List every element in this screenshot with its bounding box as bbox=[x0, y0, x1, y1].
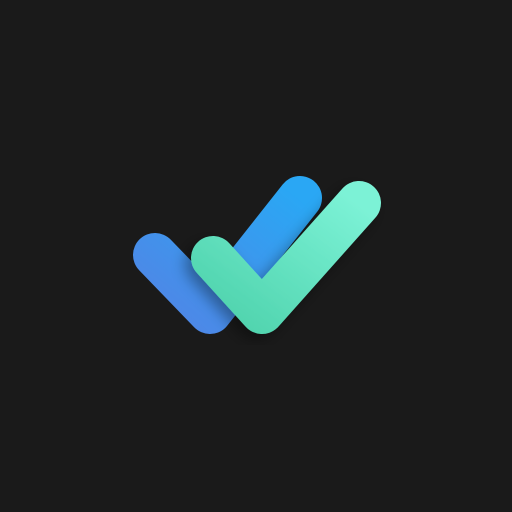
app-icon-canvas bbox=[0, 0, 512, 512]
double-check-icon bbox=[133, 176, 381, 334]
